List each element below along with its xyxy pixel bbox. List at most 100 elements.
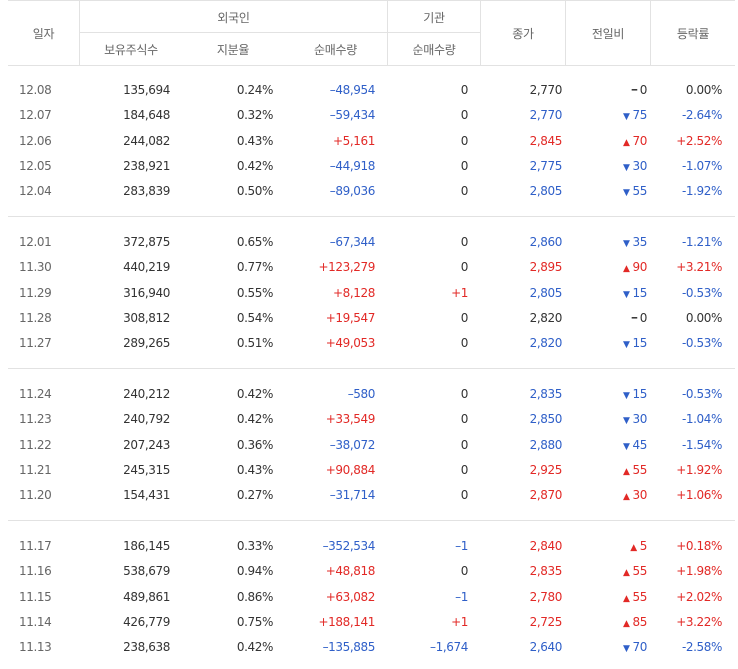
cell-diff: ▼ 75 <box>623 108 647 122</box>
cell-foreign-net: –89,036 <box>329 184 376 198</box>
table-row: 11.17 186,145 0.33% –352,534 –1 2,840 ▲ 5 +0.18% <box>8 534 735 559</box>
arrow-down-icon: ▼ <box>622 163 630 173</box>
table-row: 11.13 238,638 0.42% –135,885 –1,674 2,640 ▼ 70 -… <box>8 635 735 660</box>
cell-date: 11.29 <box>19 286 52 300</box>
cell-close: 2,775 <box>529 159 563 173</box>
cell-ratio: 0.42% <box>236 159 274 173</box>
cell-inst-net: +1 <box>451 286 468 300</box>
cell-diff-value: 55 <box>632 184 648 198</box>
cell-diff: ▼ 55 <box>623 184 647 198</box>
cell-holdings: 440,219 <box>123 260 170 274</box>
cell-rate: -2.58% <box>681 640 722 654</box>
cell-inst-net: 0 <box>460 134 469 148</box>
cell-close: 2,805 <box>529 286 563 300</box>
cell-rate: +2.52% <box>676 134 722 148</box>
arrow-up-icon: ▲ <box>622 594 630 604</box>
cell-foreign-net: +48,818 <box>325 564 376 578</box>
cell-holdings: 244,082 <box>123 134 170 148</box>
cell-diff-value: 15 <box>632 286 648 300</box>
cell-close: 2,880 <box>529 438 563 452</box>
arrow-down-icon: ▼ <box>622 416 630 426</box>
cell-close: 2,925 <box>529 463 563 477</box>
header-top-border <box>8 0 735 1</box>
cell-foreign-net: +63,082 <box>325 590 376 604</box>
cell-close: 2,860 <box>529 235 563 249</box>
cell-foreign-net: –59,434 <box>329 108 376 122</box>
cell-inst-net: 0 <box>460 564 469 578</box>
header-foreign-net: 순매수량 <box>314 43 357 57</box>
table-row: 12.08 135,694 0.24% –48,954 0 2,770 ━ 0 0.00% <box>8 78 735 103</box>
cell-rate: -0.53% <box>681 387 722 401</box>
cell-diff: ▲ 5 <box>630 539 647 553</box>
cell-foreign-net: +8,128 <box>332 286 375 300</box>
cell-rate: +1.92% <box>676 463 722 477</box>
cell-diff: ▲ 90 <box>623 260 647 274</box>
cell-close: 2,850 <box>529 412 563 426</box>
flat-dash-icon: ━ <box>631 86 637 96</box>
table-row: 11.14 426,779 0.75% +188,141 +1 2,725 ▲ 85 +3.22… <box>8 610 735 635</box>
group-divider <box>8 520 735 521</box>
cell-diff: ▲ 55 <box>623 590 647 604</box>
cell-holdings: 207,243 <box>123 438 170 452</box>
cell-inst-net: 0 <box>460 336 469 350</box>
cell-close: 2,840 <box>529 539 563 553</box>
header-ratio: 지분율 <box>216 43 250 57</box>
cell-rate: +1.06% <box>676 488 722 502</box>
table-row: 11.15 489,861 0.86% +63,082 –1 2,780 ▲ 55 +2.02% <box>8 585 735 610</box>
cell-ratio: 0.42% <box>236 640 274 654</box>
cell-holdings: 238,921 <box>123 159 170 173</box>
cell-rate: -1.21% <box>681 235 722 249</box>
cell-inst-net: 0 <box>460 463 469 477</box>
cell-holdings: 154,431 <box>123 488 170 502</box>
arrow-up-icon: ▲ <box>622 619 630 629</box>
arrow-down-icon: ▼ <box>622 112 630 122</box>
arrow-down-icon: ▼ <box>622 188 630 198</box>
cell-inst-net: –1 <box>455 539 468 553</box>
arrow-down-icon: ▼ <box>622 239 630 249</box>
cell-close: 2,845 <box>529 134 563 148</box>
cell-date: 12.05 <box>19 159 52 173</box>
cell-close: 2,640 <box>529 640 563 654</box>
cell-diff: ▲ 30 <box>623 488 647 502</box>
arrow-down-icon: ▼ <box>622 290 630 300</box>
table-row: 11.28 308,812 0.54% +19,547 0 2,820 ━ 0 0.00% <box>8 306 735 331</box>
cell-inst-net: 0 <box>460 412 469 426</box>
cell-holdings: 135,694 <box>123 83 170 97</box>
arrow-down-icon: ▼ <box>622 442 630 452</box>
cell-foreign-net: –38,072 <box>329 438 376 452</box>
cell-holdings: 240,792 <box>123 412 170 426</box>
cell-date: 11.21 <box>19 463 52 477</box>
cell-close: 2,870 <box>529 488 563 502</box>
cell-date: 11.30 <box>19 260 52 274</box>
cell-date: 11.20 <box>19 488 52 502</box>
cell-diff-value: 30 <box>632 488 648 502</box>
cell-ratio: 0.86% <box>236 590 274 604</box>
arrow-up-icon: ▲ <box>630 543 637 553</box>
cell-foreign-net: +49,053 <box>325 336 376 350</box>
cell-foreign-net: –44,918 <box>329 159 376 173</box>
cell-close: 2,835 <box>529 564 563 578</box>
header-foreign: 외국인 <box>217 11 250 25</box>
cell-foreign-net: –352,534 <box>322 539 376 553</box>
cell-holdings: 538,679 <box>123 564 170 578</box>
cell-inst-net: 0 <box>460 387 469 401</box>
cell-ratio: 0.33% <box>236 539 274 553</box>
cell-inst-net: 0 <box>460 83 469 97</box>
cell-date: 12.07 <box>19 108 52 122</box>
cell-inst-net: 0 <box>460 235 469 249</box>
cell-rate: +3.22% <box>676 615 722 629</box>
cell-inst-net: 0 <box>460 488 469 502</box>
cell-rate: -1.04% <box>681 412 722 426</box>
cell-rate: -1.07% <box>681 159 722 173</box>
cell-rate: +1.98% <box>676 564 722 578</box>
cell-rate: +3.21% <box>676 260 722 274</box>
cell-foreign-net: +90,884 <box>325 463 376 477</box>
arrow-up-icon: ▲ <box>622 467 630 477</box>
header-mid-border <box>388 32 480 33</box>
arrow-up-icon: ▲ <box>622 264 630 274</box>
cell-diff-value: 70 <box>632 134 648 148</box>
cell-inst-net: 0 <box>460 184 469 198</box>
cell-ratio: 0.36% <box>236 438 274 452</box>
header-rate: 등락률 <box>676 27 710 41</box>
cell-rate: -2.64% <box>681 108 722 122</box>
